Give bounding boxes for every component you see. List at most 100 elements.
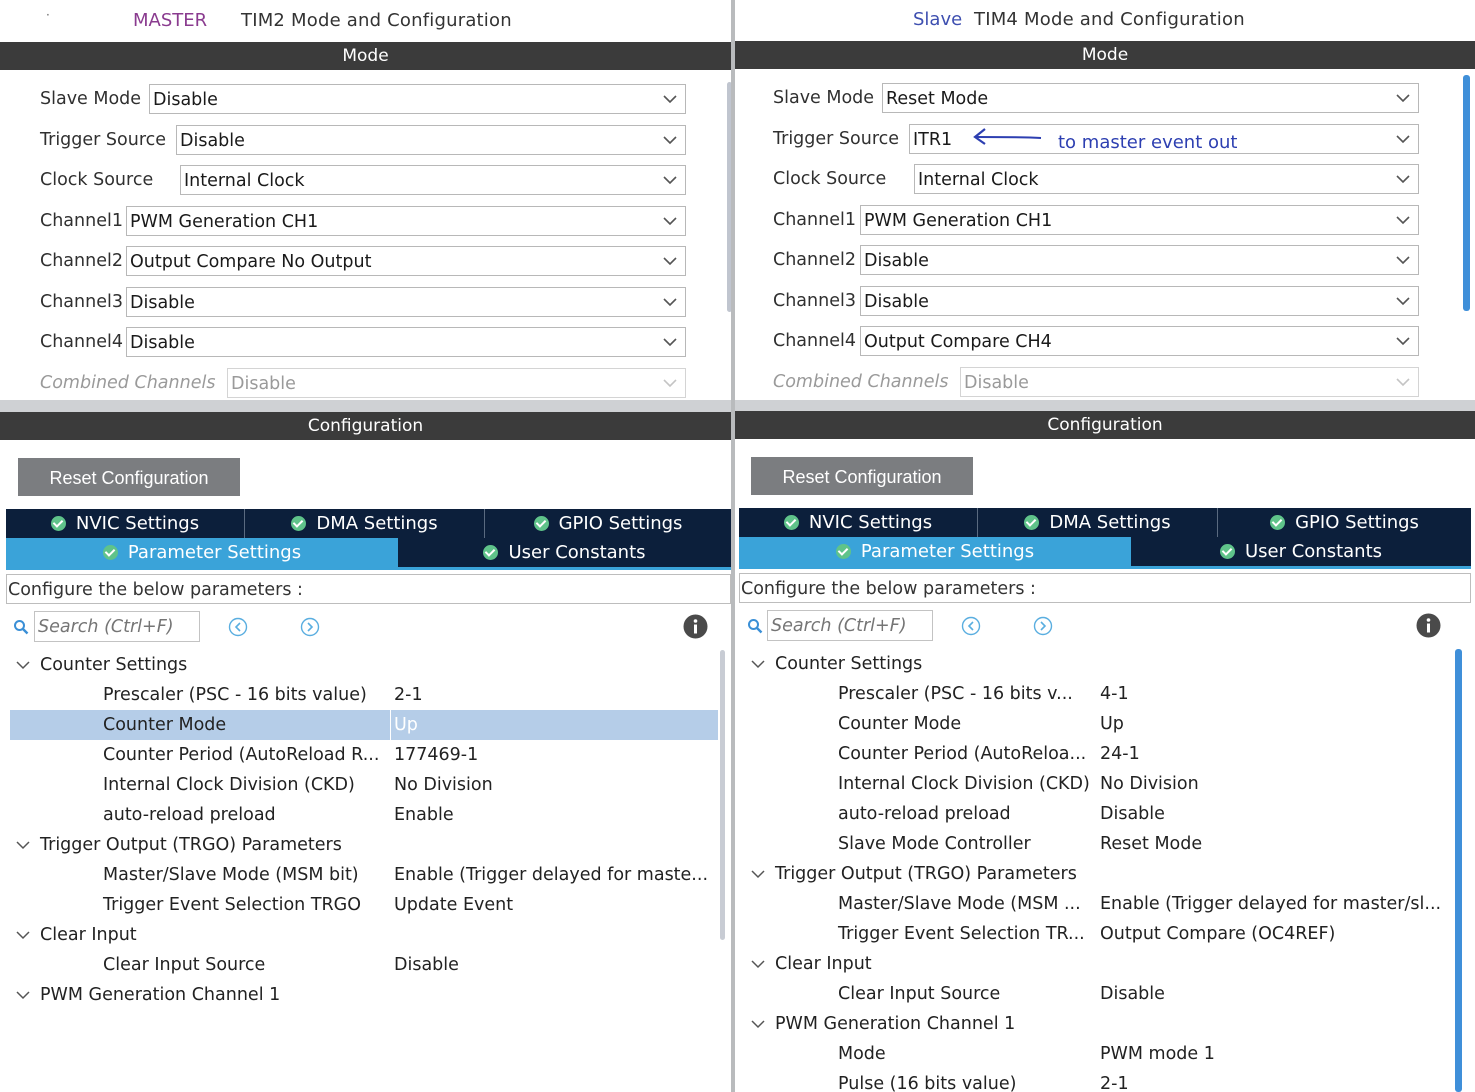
slave-combined-channels-select[interactable]: Disable <box>960 367 1419 397</box>
chevron-down-icon <box>1396 256 1410 265</box>
tree-group[interactable]: Counter Settings <box>745 649 1453 679</box>
tree-group[interactable]: Clear Input <box>745 949 1453 979</box>
param-name: Pulse (16 bits value) <box>838 1074 1017 1092</box>
slave-channel1-select[interactable]: PWM Generation CH1 <box>860 205 1419 235</box>
tree-param-row[interactable]: Prescaler (PSC - 16 bits value) 2-1 <box>10 680 718 710</box>
info-icon[interactable] <box>683 614 708 639</box>
group-name: Clear Input <box>775 954 872 974</box>
param-value: Disable <box>1100 984 1165 1004</box>
tree-group[interactable]: PWM Generation Channel 1 <box>10 980 718 1010</box>
previous-icon[interactable] <box>961 616 981 636</box>
master-clock-source-select[interactable]: Internal Clock <box>180 165 686 195</box>
field-label: Trigger Source <box>40 130 167 150</box>
master-tabs-row2: Parameter Settings User Constants <box>6 538 731 567</box>
master-combined-channels-row: Combined Channels Disable <box>40 368 686 400</box>
slave-channel3-row: Channel3 Disable <box>773 286 1419 318</box>
tree-group[interactable]: Trigger Output (TRGO) Parameters <box>745 859 1453 889</box>
slave-tab-parameter-settings[interactable]: Parameter Settings <box>739 537 1131 566</box>
param-name: Clear Input Source <box>838 984 1001 1004</box>
master-channel4-select[interactable]: Disable <box>126 327 686 357</box>
master-tab-nvic-settings[interactable]: NVIC Settings <box>6 509 245 538</box>
tree-param-row[interactable]: Mode PWM mode 1 <box>745 1039 1453 1069</box>
tree-param-row[interactable]: auto-reload preload Disable <box>745 799 1453 829</box>
tree-param-row[interactable]: Slave Mode Controller Reset Mode <box>745 829 1453 859</box>
tree-group[interactable]: Counter Settings <box>10 650 718 680</box>
tree-param-row[interactable]: Master/Slave Mode (MSM ... Enable (Trigg… <box>745 889 1453 919</box>
tree-param-row[interactable]: Clear Input Source Disable <box>10 950 718 980</box>
slave-channel4-select[interactable]: Output Compare CH4 <box>860 326 1419 356</box>
param-name: Clear Input Source <box>103 955 266 975</box>
master-channel2-row: Channel2 Output Compare No Output <box>40 246 686 278</box>
tree-param-row[interactable]: Prescaler (PSC - 16 bits v... 4-1 <box>745 679 1453 709</box>
master-trigger-source-row: Trigger Source Disable <box>40 125 686 157</box>
slave-mode-scrollbar[interactable] <box>1463 75 1470 311</box>
master-reset-configuration-button[interactable]: Reset Configuration <box>18 458 240 496</box>
info-icon[interactable] <box>1416 613 1441 638</box>
group-name: Trigger Output (TRGO) Parameters <box>775 864 1077 884</box>
master-channel3-select[interactable]: Disable <box>126 287 686 317</box>
tree-group[interactable]: Clear Input <box>10 920 718 950</box>
tree-group[interactable]: Trigger Output (TRGO) Parameters <box>10 830 718 860</box>
tree-group[interactable]: PWM Generation Channel 1 <box>745 1009 1453 1039</box>
slave-tab-dma-settings[interactable]: DMA Settings <box>978 508 1218 537</box>
slave-tab-user-constants[interactable]: User Constants <box>1131 537 1471 566</box>
chevron-down-icon <box>751 1020 765 1029</box>
master-tab-user-constants[interactable]: User Constants <box>398 538 731 567</box>
slave-channel2-select[interactable]: Disable <box>860 245 1419 275</box>
slave-tab-gpio-settings[interactable]: GPIO Settings <box>1218 508 1471 537</box>
section-divider[interactable] <box>0 400 731 412</box>
select-value: Disable <box>231 374 296 394</box>
tree-param-row[interactable]: Internal Clock Division (CKD) No Divisio… <box>745 769 1453 799</box>
tree-param-row[interactable]: Counter Period (AutoReload R... 177469-1 <box>10 740 718 770</box>
master-combined-channels-select[interactable]: Disable <box>227 368 686 398</box>
master-tab-dma-settings[interactable]: DMA Settings <box>245 509 485 538</box>
slave-reset-configuration-button[interactable]: Reset Configuration <box>751 457 973 495</box>
tree-param-row[interactable]: Counter Mode Up <box>745 709 1453 739</box>
slave-tree-scrollbar[interactable] <box>1455 649 1462 1092</box>
tree-param-row[interactable]: Trigger Event Selection TRGO Update Even… <box>10 890 718 920</box>
master-tab-gpio-settings[interactable]: GPIO Settings <box>485 509 731 538</box>
master-tab-parameter-settings[interactable]: Parameter Settings <box>6 538 398 567</box>
annotation-text: to master event out <box>1058 132 1238 153</box>
next-icon[interactable] <box>1033 616 1053 636</box>
tree-param-row[interactable]: Clear Input Source Disable <box>745 979 1453 1009</box>
next-icon[interactable] <box>300 617 320 637</box>
select-value: Disable <box>180 131 245 151</box>
select-value: Disable <box>130 333 195 353</box>
master-trigger-source-select[interactable]: Disable <box>176 125 686 155</box>
tree-param-row[interactable]: Internal Clock Division (CKD) No Divisio… <box>10 770 718 800</box>
slave-panel: Slave TIM4 Mode and Configuration Mode S… <box>735 0 1475 1092</box>
param-name: Internal Clock Division (CKD) <box>838 774 1090 794</box>
chevron-down-icon <box>663 379 677 388</box>
param-name: Trigger Event Selection TRGO <box>103 895 362 915</box>
tree-param-row[interactable]: Trigger Event Selection TR... Output Com… <box>745 919 1453 949</box>
chevron-down-icon <box>663 136 677 145</box>
check-circle-icon <box>291 516 307 531</box>
chevron-down-icon <box>663 338 677 347</box>
master-title-bar: · MASTER TIM2 Mode and Configuration <box>46 8 512 31</box>
slave-tab-nvic-settings[interactable]: NVIC Settings <box>739 508 978 537</box>
tree-param-row[interactable]: auto-reload preload Enable <box>10 800 718 830</box>
tree-param-row[interactable]: Pulse (16 bits value) 2-1 <box>745 1069 1453 1092</box>
slave-slave-mode-select[interactable]: Reset Mode <box>882 83 1419 113</box>
master-search-input[interactable] <box>34 611 200 642</box>
tree-param-row[interactable]: Master/Slave Mode (MSM bit) Enable (Trig… <box>10 860 718 890</box>
master-channel1-select[interactable]: PWM Generation CH1 <box>126 206 686 236</box>
slave-configure-text: Configure the below parameters : <box>739 573 1471 603</box>
master-clock-source-row: Clock Source Internal Clock <box>40 165 686 197</box>
chevron-down-icon <box>1396 297 1410 306</box>
param-value: Enable <box>394 805 454 825</box>
tree-param-row[interactable]: Counter Period (AutoReloa... 24-1 <box>745 739 1453 769</box>
slave-search-input[interactable] <box>767 610 933 641</box>
tree-param-row-selected[interactable]: Counter Mode Up <box>10 710 718 740</box>
previous-icon[interactable] <box>228 617 248 637</box>
slave-mode-section: Slave Mode Reset Mode Trigger Source ITR… <box>735 69 1475 399</box>
slave-clock-source-select[interactable]: Internal Clock <box>914 164 1419 194</box>
master-tree-scrollbar[interactable] <box>720 650 725 940</box>
param-value: Disable <box>1100 804 1165 824</box>
param-value: 4-1 <box>1100 684 1129 704</box>
master-channel2-select[interactable]: Output Compare No Output <box>126 246 686 276</box>
master-slave-mode-select[interactable]: Disable <box>149 84 686 114</box>
slave-channel3-select[interactable]: Disable <box>860 286 1419 316</box>
param-value: No Division <box>394 775 493 795</box>
